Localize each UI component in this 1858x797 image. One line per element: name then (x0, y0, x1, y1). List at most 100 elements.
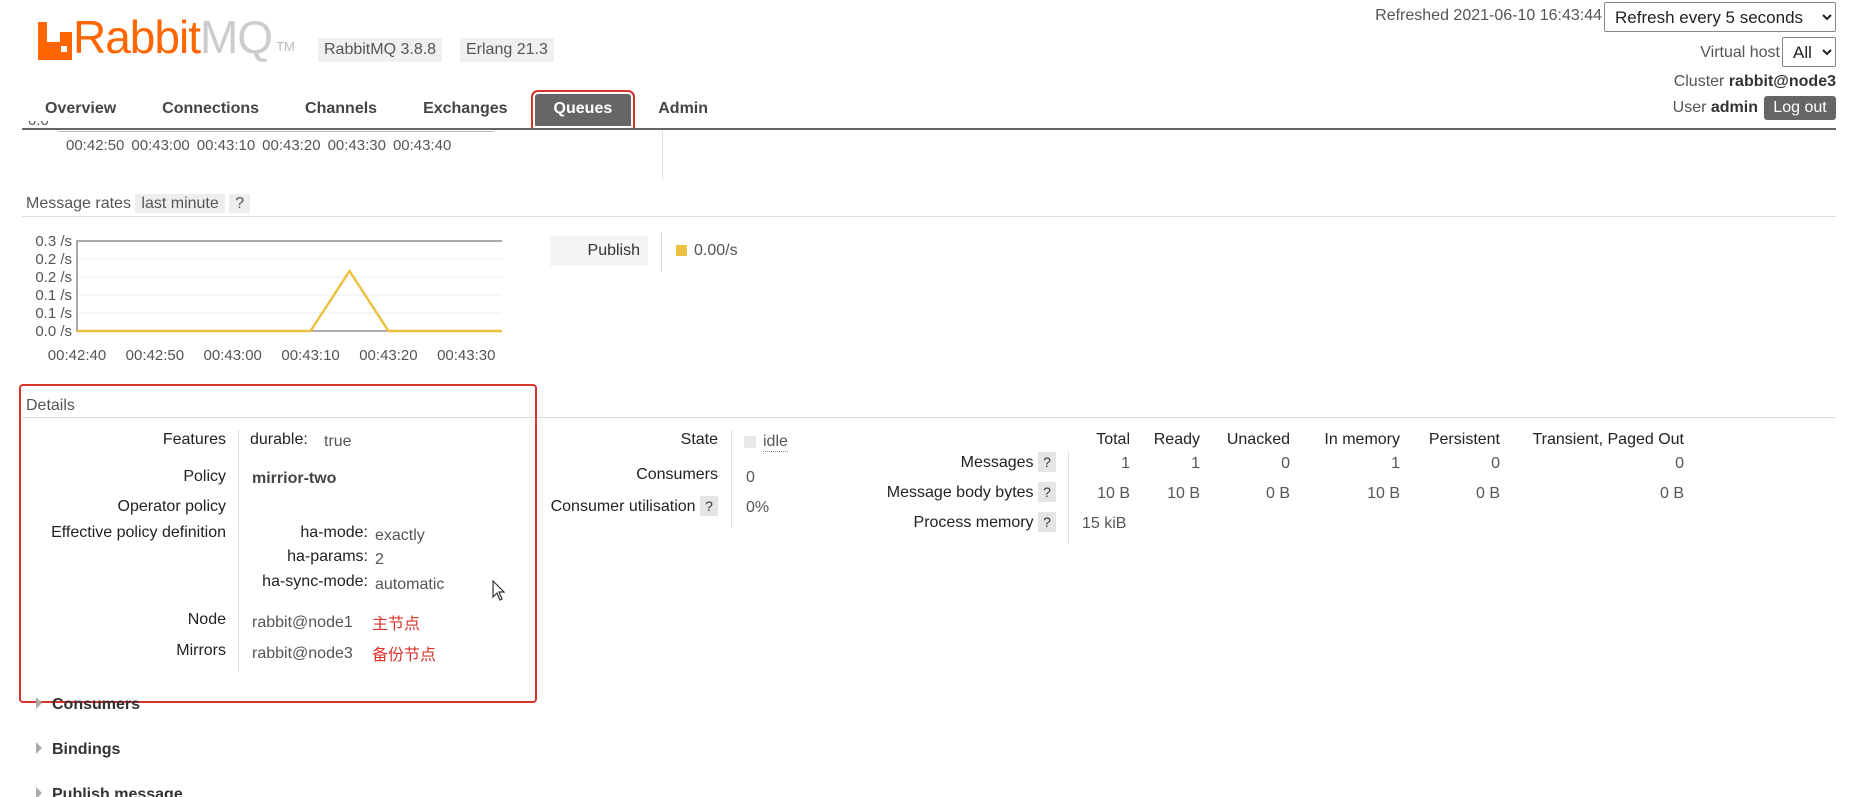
consumer-utilisation-text: Consumer utilisation (550, 498, 696, 515)
publish-message-section-title: Publish message (52, 786, 183, 797)
tab-admin[interactable]: Admin (639, 94, 727, 126)
consumers-label: Consumers (636, 466, 718, 483)
y-tick: 0.3 /s (35, 233, 72, 250)
virtual-host-label: Virtual host (1700, 44, 1780, 61)
ha-sync-mode-value: automatic (375, 576, 445, 593)
publish-swatch (676, 245, 687, 256)
body-bytes-label: Message body bytes (886, 484, 1034, 501)
state-label: State (680, 431, 718, 448)
messages-unacked: 0 (1281, 455, 1290, 472)
virtual-host-select[interactable]: All (1782, 37, 1836, 67)
tab-channels[interactable]: Channels (286, 94, 396, 126)
ha-mode-key: ha-mode: (300, 524, 368, 541)
bindings-section-toggle[interactable]: Bindings (36, 741, 120, 759)
node-label: Node (187, 611, 226, 628)
messages-label: Messages (960, 454, 1034, 471)
col-ready: Ready (1153, 431, 1200, 448)
main-nav: Overview Connections Channels Exchanges … (26, 90, 735, 130)
durable-key: durable: (250, 431, 308, 448)
message-rates-help-button[interactable]: ? (229, 194, 251, 213)
messages-ready: 1 (1191, 455, 1200, 472)
queued-chart-x-ticks: 00:42:50 00:43:00 00:43:10 00:43:20 00:4… (66, 137, 566, 154)
cluster-info: Cluster rabbit@node3 (1674, 73, 1836, 91)
x-tick: 00:43:20 (359, 347, 417, 364)
effective-policy-label: Effective policy definition (51, 524, 226, 541)
col-transient-paged-out: Transient, Paged Out (1532, 431, 1685, 448)
ha-params-key: ha-params: (287, 548, 368, 565)
node-value: rabbit@node1 (252, 614, 353, 631)
process-memory-row-label: Process memory ? (820, 512, 1056, 532)
bytes-in-memory: 10 B (1367, 485, 1400, 502)
policy-link[interactable]: mirrior-two (252, 470, 336, 488)
bytes-total: 10 B (1097, 485, 1130, 502)
features-label: Features (162, 431, 226, 448)
messages-transient: 0 (1675, 455, 1684, 472)
logo-trademark: TM (276, 39, 295, 54)
tab-exchanges[interactable]: Exchanges (404, 94, 526, 126)
refreshed-time: 2021-06-10 16:43:44 (1453, 7, 1602, 24)
state-value: idle (763, 433, 788, 452)
message-rates-heading: Message rates last minute ? (26, 194, 251, 213)
queued-chart-axis (58, 131, 494, 132)
y-tick: 0.1 /s (35, 287, 72, 304)
col-unacked: Unacked (1226, 431, 1290, 448)
x-tick: 00:43:10 (196, 137, 256, 154)
consumer-utilisation-value: 0% (746, 499, 770, 516)
consumers-section-toggle[interactable]: Consumers (36, 696, 140, 714)
message-rates-chart: 0.3 /s0.2 /s0.2 /s0.1 /s0.1 /s0.0 /s00:4… (35, 233, 502, 364)
ha-sync-mode-key: ha-sync-mode: (262, 573, 368, 590)
cluster-label: Cluster (1673, 73, 1725, 90)
publish-legend-label-box: Publish (550, 236, 648, 266)
ha-params-value: 2 (375, 551, 384, 568)
col-in-memory: In memory (1324, 431, 1400, 448)
details-column-divider (238, 430, 239, 672)
logo-text-mq: MQ (199, 11, 273, 63)
expand-triangle-icon (36, 787, 42, 797)
operator-policy-label: Operator policy (117, 498, 227, 515)
bytes-ready: 10 B (1167, 485, 1200, 502)
logo-text-rabbit: Rabbit (73, 11, 201, 63)
x-tick: 00:43:40 (392, 137, 452, 154)
tab-connections[interactable]: Connections (143, 94, 278, 126)
plot-frame (76, 240, 502, 332)
col-total: Total (1096, 431, 1130, 448)
queued-chart-y-tick: 0.0 (28, 121, 49, 131)
mirrors-label: Mirrors (176, 642, 226, 659)
refreshed-info: Refreshed 2021-06-10 16:43:44 (1375, 7, 1602, 25)
publish-message-section-toggle[interactable]: Publish message (36, 786, 183, 797)
state-indicator-icon (744, 436, 756, 448)
x-tick: 00:43:30 (327, 137, 386, 154)
messages-in-memory: 1 (1391, 455, 1400, 472)
y-tick: 0.2 /s (35, 251, 72, 268)
mouse-cursor-icon (492, 580, 506, 601)
rabbitmq-logo-icon (38, 22, 72, 60)
message-rates-label: Message rates (26, 195, 131, 212)
state-column-divider (731, 430, 732, 528)
expand-triangle-icon (36, 742, 42, 754)
logout-button[interactable]: Log out (1764, 96, 1836, 120)
x-tick: 00:43:00 (204, 347, 262, 364)
process-memory-label: Process memory (913, 514, 1034, 531)
user-info: User admin (1673, 99, 1758, 117)
message-rates-period-button[interactable]: last minute (135, 194, 225, 213)
x-tick: 00:43:00 (131, 137, 190, 154)
process-memory-help[interactable]: ? (1038, 512, 1056, 532)
bindings-section-title: Bindings (52, 741, 121, 758)
x-tick: 00:43:30 (437, 347, 495, 364)
node-annotation: 主节点 (372, 616, 421, 633)
tab-queues[interactable]: Queues (530, 90, 636, 130)
publish-rate-value: 0.00/s (694, 242, 738, 259)
series-line-publish (77, 268, 502, 333)
version-badge: RabbitMQ 3.8.8 (318, 38, 443, 62)
x-tick: 00:42:50 (126, 347, 184, 364)
refreshed-label: Refreshed (1375, 7, 1449, 24)
x-tick: 00:43:20 (262, 137, 321, 154)
col-persistent: Persistent (1428, 431, 1500, 448)
consumer-utilisation-help[interactable]: ? (700, 496, 718, 516)
cluster-name: rabbit@node3 (1728, 73, 1836, 90)
bytes-transient: 0 B (1659, 485, 1684, 502)
consumer-utilisation-label: Consumer utilisation ? (540, 496, 718, 516)
legend-divider (661, 232, 662, 272)
rabbitmq-logo: Rabbit MQ TM (38, 14, 295, 60)
refresh-interval-select[interactable]: Refresh every 5 seconds (1604, 2, 1836, 32)
